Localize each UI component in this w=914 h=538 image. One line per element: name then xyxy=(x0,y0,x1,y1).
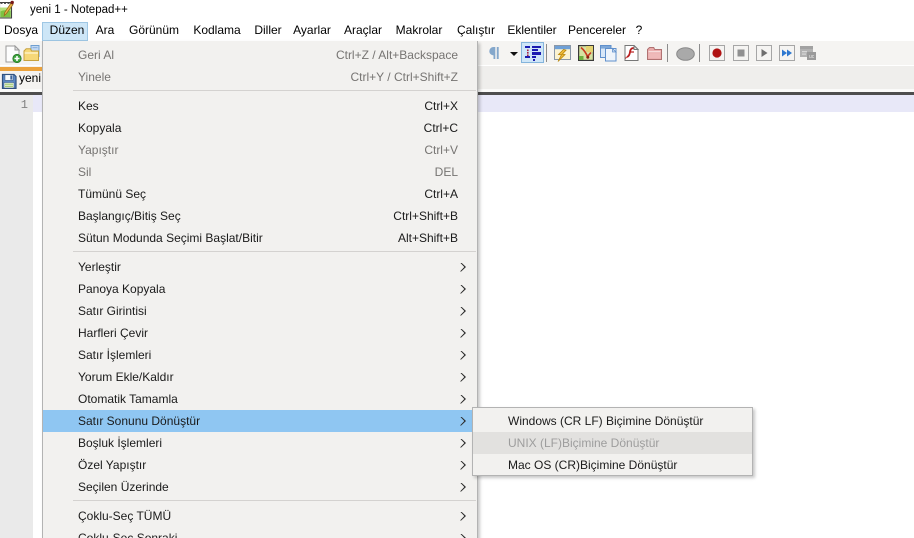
svg-text:uc: uc xyxy=(809,54,815,60)
